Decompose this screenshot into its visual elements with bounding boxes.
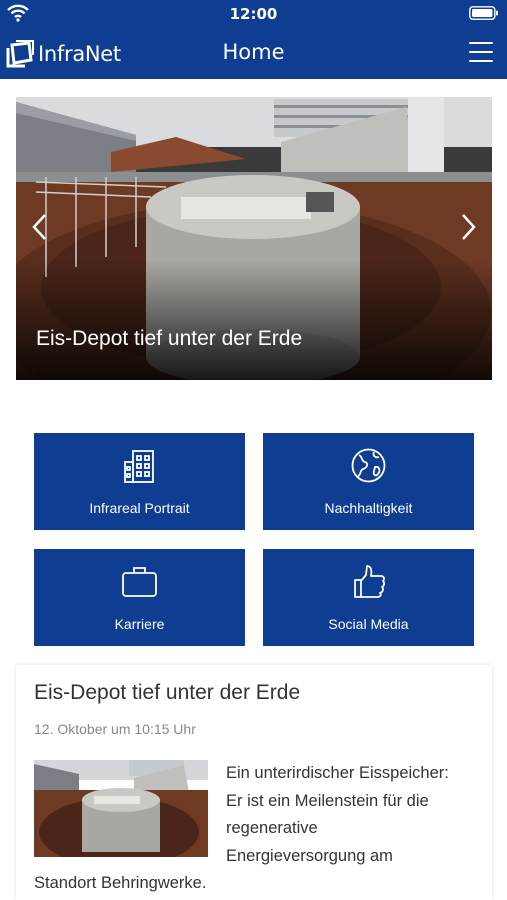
status-time: 12:00: [229, 5, 278, 23]
tile-label: Karriere: [114, 616, 165, 632]
article-card[interactable]: Eis-Depot tief unter der Erde 12. Oktobe…: [16, 665, 492, 900]
thumbs-up-icon: [354, 565, 385, 598]
tile-label: Nachhaltigkeit: [324, 500, 413, 516]
hero-slider[interactable]: Eis-Depot tief unter der Erde: [16, 97, 492, 380]
globe-icon: [351, 448, 386, 483]
chevron-right-icon[interactable]: [458, 212, 478, 242]
hamburger-menu-icon[interactable]: [469, 42, 493, 64]
tile-nachhaltigkeit[interactable]: Nachhaltigkeit: [263, 433, 474, 530]
nav-bar: InfraNet Home: [0, 28, 507, 79]
chevron-left-icon[interactable]: [30, 212, 50, 242]
hero-caption: Eis-Depot tief unter der Erde: [36, 327, 303, 350]
tile-infrareal-portrait[interactable]: Infrareal Portrait: [34, 433, 245, 530]
tile-label: Social Media: [328, 616, 409, 632]
tile-social-media[interactable]: Social Media: [263, 549, 474, 646]
page-title: Home: [222, 40, 285, 64]
briefcase-icon: [122, 567, 157, 597]
battery-icon: [469, 6, 498, 20]
tile-label: Infrareal Portrait: [89, 500, 190, 516]
article-title[interactable]: Eis-Depot tief unter der Erde: [34, 681, 300, 705]
status-bar: 12:00: [0, 0, 507, 28]
building-icon: [124, 450, 154, 483]
article-date: 12. Oktober um 10:15 Uhr: [34, 721, 196, 737]
tile-karriere[interactable]: Karriere: [34, 549, 245, 646]
